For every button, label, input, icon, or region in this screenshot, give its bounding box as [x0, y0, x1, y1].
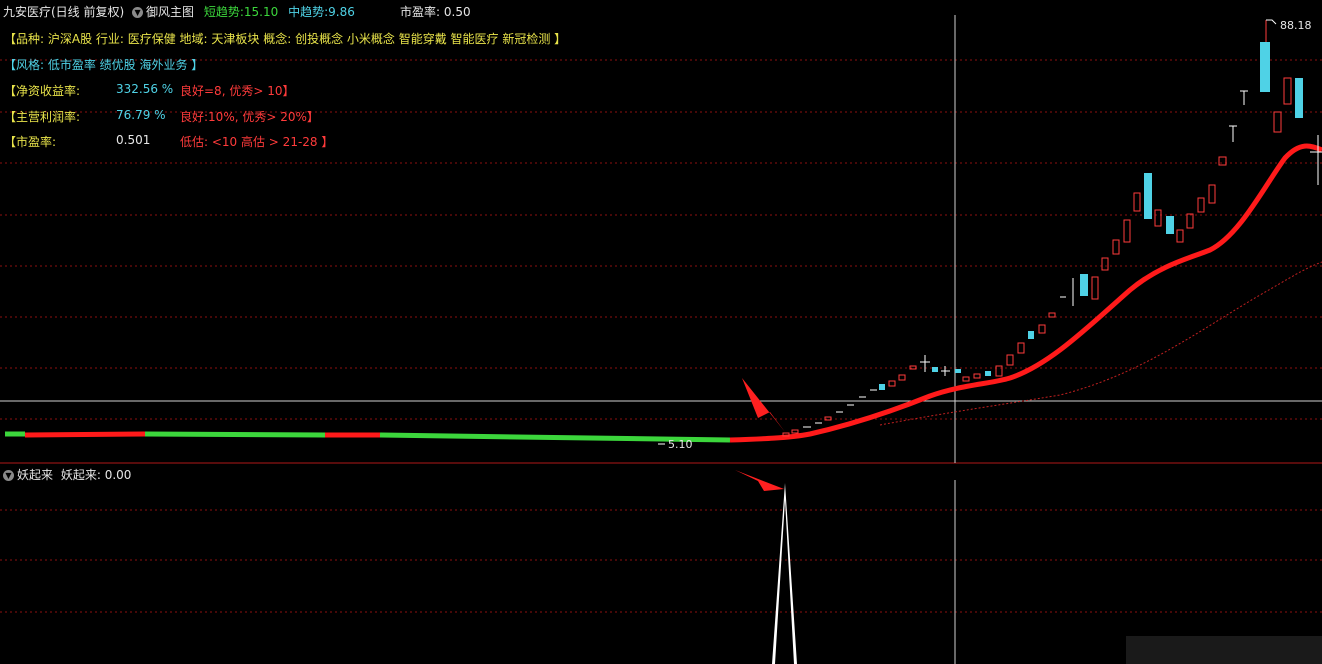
roe-note: 良好=8, 优秀> 10】: [180, 84, 295, 98]
main-chart-canvas[interactable]: [0, 0, 1322, 664]
trend-line: [5, 143, 1322, 443]
high-price-marker: [1266, 19, 1277, 25]
header-bar: 九安医疗(日线 前复权) ▼ 御风主图 短趋势:15.10 中趋势:9.86: [3, 3, 355, 20]
arrow-sub-icon: [735, 470, 784, 491]
roe-value: 332.56 %: [116, 82, 174, 96]
sub-panel-value: 0.00: [104, 468, 132, 482]
high-price-label: 88.18: [1280, 19, 1312, 32]
stock-title[interactable]: 九安医疗(日线 前复权): [3, 5, 124, 19]
margin-label: 【主营利润率:: [4, 110, 81, 124]
pe-header-label: 市盈率:: [400, 5, 441, 19]
category-line: 【品种: 沪深A股 行业: 医疗保健 地域: 天津板块 概念: 创投概念 小米概…: [4, 32, 567, 46]
sub-panel-title[interactable]: 妖起来: [17, 468, 53, 482]
style-line: 【风格: 低市盈率 绩优股 海外业务 】: [4, 58, 204, 72]
candlesticks: [782, 20, 1322, 437]
pe-header-value: 0.50: [443, 5, 471, 19]
indicator-name[interactable]: 御风主图: [146, 5, 194, 19]
mid-trend-value: 9.86: [328, 5, 355, 19]
margin-note: 良好:10%, 优秀> 20%】: [180, 110, 319, 124]
sub-panel-label: 妖起来:: [60, 468, 101, 482]
pe-value: 0.501: [116, 133, 151, 147]
pe-label: 【市盈率:: [4, 135, 57, 149]
margin-value: 76.79 %: [116, 108, 166, 122]
pe-header: 市盈率: 0.50: [400, 3, 471, 20]
pe-note: 低估: <10 高估 > 21-28 】: [180, 135, 334, 149]
watermark-box: [1126, 636, 1322, 664]
arrow-main-icon: [742, 378, 785, 432]
short-trend-value: 15.10: [243, 5, 279, 19]
short-trend-label: 短趋势:: [203, 5, 244, 19]
roe-label: 【净资收益率:: [4, 84, 81, 98]
low-price-label: 5.10: [668, 438, 693, 451]
mid-trend-label: 中趋势:: [288, 5, 329, 19]
sub-panel-header: ▼ 妖起来 妖起来: 0.00: [3, 466, 131, 483]
chevron-down-icon[interactable]: ▼: [3, 470, 14, 481]
chevron-down-icon[interactable]: ▼: [132, 7, 144, 18]
